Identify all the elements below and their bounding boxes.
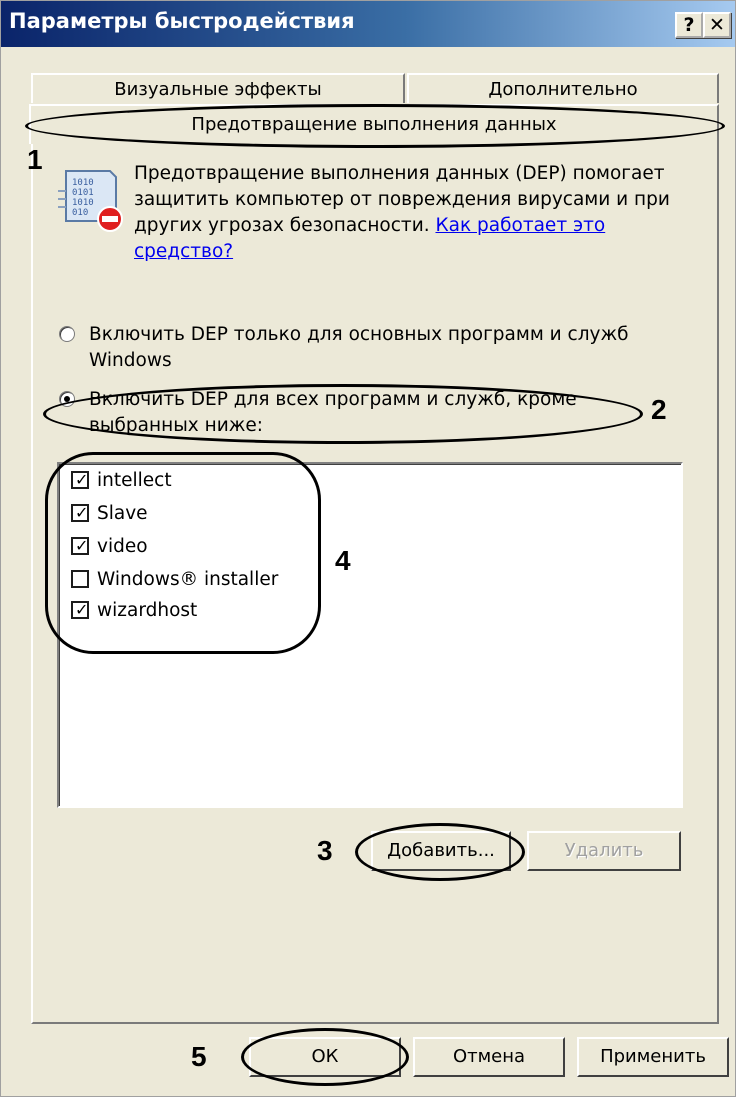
window-title: Параметры быстродействия	[9, 9, 355, 33]
svg-text:1010: 1010	[72, 198, 94, 208]
dep-description: Предотвращение выполнения данных (DEP) п…	[134, 161, 704, 265]
radio-button[interactable]	[59, 326, 75, 342]
callout-number-1: 1	[27, 144, 43, 175]
svg-text:010: 010	[72, 208, 88, 218]
callout-number-4: 4	[335, 545, 351, 576]
binary-document-icon: 1010 0101 1010 010	[58, 170, 123, 232]
callout-ellipse-2	[43, 384, 643, 444]
cancel-button[interactable]: Отмена	[413, 1037, 565, 1077]
callout-ellipse-1	[25, 104, 725, 148]
callout-number-2: 2	[651, 394, 667, 425]
close-button[interactable]: ✕	[703, 12, 731, 38]
svg-text:1010: 1010	[72, 178, 94, 188]
tab-visual-effects[interactable]: Визуальные эффекты	[31, 73, 405, 103]
performance-options-dialog: Параметры быстродействия ? ✕ Визуальные …	[0, 0, 736, 1097]
callout-number-3: 3	[317, 835, 333, 866]
help-button[interactable]: ?	[675, 12, 703, 38]
apply-button[interactable]: Применить	[577, 1037, 729, 1077]
svg-text:0101: 0101	[72, 188, 94, 198]
callout-ellipse-5	[241, 1028, 409, 1086]
callout-ellipse-3	[355, 823, 525, 881]
radio-label: Включить DEP только для основных програм…	[89, 324, 629, 371]
title-bar[interactable]: Параметры быстродействия ? ✕	[1, 1, 735, 47]
callout-ellipse-4	[45, 452, 321, 654]
tab-advanced[interactable]: Дополнительно	[407, 73, 719, 103]
remove-button[interactable]: Удалить	[527, 831, 681, 871]
callout-number-5: 5	[191, 1041, 207, 1072]
